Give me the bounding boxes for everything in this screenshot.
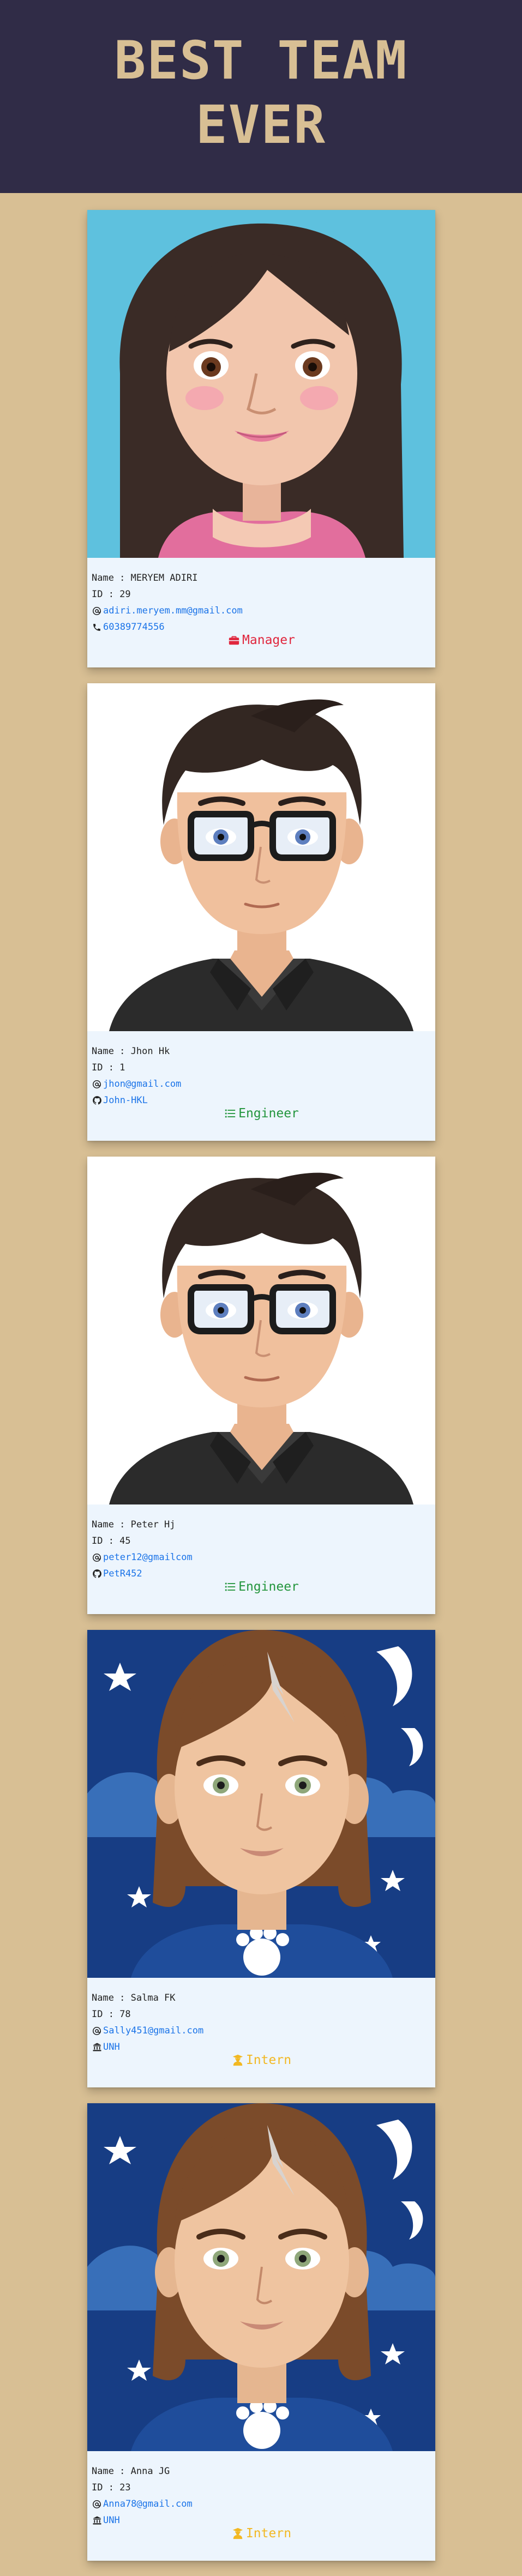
girl-night-avatar (87, 1630, 435, 1978)
at-icon (92, 1552, 102, 1563)
member-name: Name : Jhon Hk (92, 1046, 170, 1057)
member-email-link[interactable]: adiri.meryem.mm@gmail.com (103, 603, 243, 619)
briefcase-icon (227, 634, 241, 647)
member-role-label: Manager (242, 633, 295, 647)
team-member-card: Name : MERYEM ADIRI ID : 29 adiri.meryem… (87, 210, 435, 667)
at-icon (92, 606, 102, 616)
member-name: Name : Peter Hj (92, 1519, 176, 1530)
school-icon (92, 2042, 102, 2053)
member-email-row: peter12@gmailcom (92, 1549, 431, 1566)
github-icon (92, 1096, 102, 1106)
member-role-label: Intern (245, 2526, 292, 2541)
member-info: Name : Jhon Hk ID : 1 jhon@gmail.com Joh… (92, 1043, 431, 1109)
at-icon (92, 2499, 102, 2509)
member-id: ID : 45 (92, 1536, 131, 1546)
team-member-card: Name : Salma FK ID : 78 Sally451@gmail.c… (87, 1630, 435, 2087)
team-member-card: Name : Peter Hj ID : 45 peter12@gmailcom… (87, 1157, 435, 1614)
school-icon (92, 2515, 102, 2526)
member-info: Name : MERYEM ADIRI ID : 29 adiri.meryem… (92, 570, 431, 635)
member-name: Name : MERYEM ADIRI (92, 573, 198, 583)
page-header: BEST TEAM EVER (0, 0, 522, 193)
member-email-link[interactable]: jhon@gmail.com (103, 1076, 181, 1092)
member-role: Engineer (87, 1105, 435, 1122)
member-id: ID : 23 (92, 2482, 131, 2493)
at-icon (92, 1079, 102, 1090)
team-member-card: Name : Anna JG ID : 23 Anna78@gmail.com … (87, 2103, 435, 2561)
member-role-label: Intern (245, 2053, 292, 2067)
page-title: BEST TEAM EVER (0, 28, 522, 157)
list-icon (224, 1107, 237, 1120)
member-email-link[interactable]: Anna78@gmail.com (103, 2496, 193, 2512)
github-icon (92, 1569, 102, 1579)
member-info: Name : Salma FK ID : 78 Sally451@gmail.c… (92, 1990, 431, 2055)
member-email-link[interactable]: peter12@gmailcom (103, 1549, 193, 1566)
member-email-link[interactable]: Sally451@gmail.com (103, 2023, 203, 2039)
member-role-label: Engineer (238, 1580, 299, 1594)
girl-night-avatar (87, 2103, 435, 2451)
member-id: ID : 78 (92, 2009, 131, 2020)
page-title-line-1: BEST TEAM (114, 30, 408, 91)
member-name: Name : Anna JG (92, 2466, 170, 2477)
page-title-line-2: EVER (195, 94, 327, 155)
member-name: Name : Salma FK (92, 1993, 176, 2003)
member-role: Intern (87, 2052, 435, 2068)
member-info: Name : Anna JG ID : 23 Anna78@gmail.com … (92, 2463, 431, 2529)
member-info: Name : Peter Hj ID : 45 peter12@gmailcom… (92, 1516, 431, 1582)
phone-icon (92, 622, 102, 633)
member-role: Manager (87, 632, 435, 648)
member-email-row: adiri.meryem.mm@gmail.com (92, 603, 431, 619)
list-icon (224, 1580, 237, 1593)
graduate-icon (231, 2527, 244, 2540)
member-role: Engineer (87, 1579, 435, 1595)
team-member-card: Name : Jhon Hk ID : 1 jhon@gmail.com Joh… (87, 683, 435, 1141)
member-email-row: Anna78@gmail.com (92, 2496, 431, 2512)
member-email-row: jhon@gmail.com (92, 1076, 431, 1092)
member-id: ID : 29 (92, 589, 131, 600)
member-email-row: Sally451@gmail.com (92, 2023, 431, 2039)
man-glasses-avatar (87, 1157, 435, 1504)
woman-avatar (87, 210, 435, 558)
member-role-label: Engineer (238, 1106, 299, 1121)
member-id: ID : 1 (92, 1062, 125, 1073)
member-role: Intern (87, 2525, 435, 2542)
graduate-icon (231, 2054, 244, 2067)
man-glasses-avatar (87, 683, 435, 1031)
at-icon (92, 2026, 102, 2036)
